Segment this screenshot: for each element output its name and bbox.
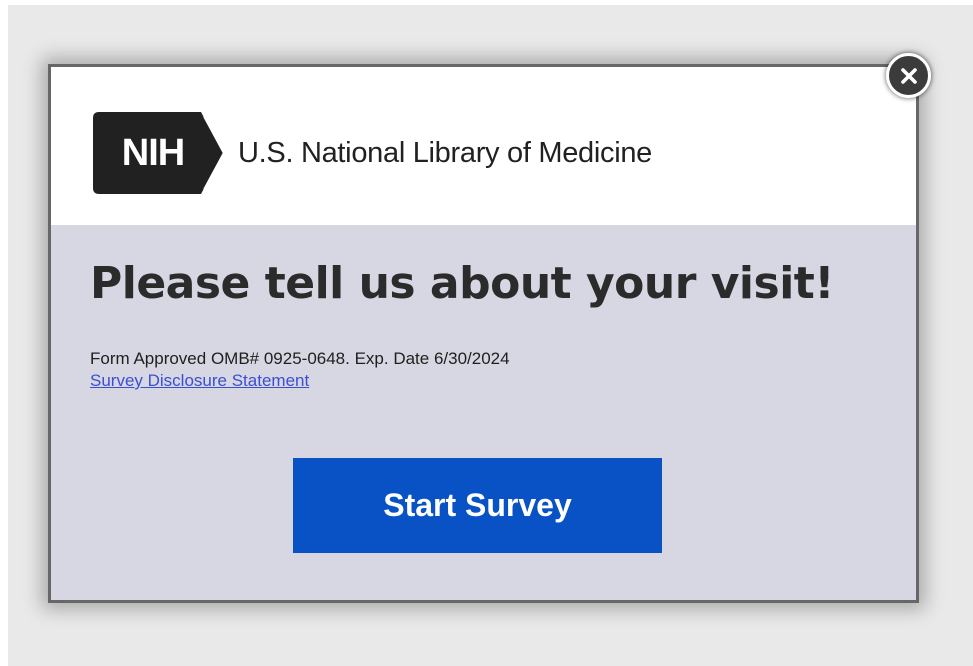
nlm-logo: NIH U.S. National Library of Medicine xyxy=(93,112,652,194)
org-name: U.S. National Library of Medicine xyxy=(238,136,653,169)
start-survey-button[interactable]: Start Survey xyxy=(293,458,662,553)
close-button[interactable] xyxy=(886,53,931,98)
survey-disclosure-link[interactable]: Survey Disclosure Statement xyxy=(90,371,309,391)
close-icon xyxy=(900,67,917,84)
nih-logo-text: NIH xyxy=(121,132,185,174)
modal-body: Please tell us about your visit! Form Ap… xyxy=(51,225,916,600)
modal-header: NIH U.S. National Library of Medicine xyxy=(51,67,916,225)
omb-notice: Form Approved OMB# 0925-0648. Exp. Date … xyxy=(90,349,510,368)
nih-logo-mark: NIH xyxy=(93,112,229,194)
survey-headline: Please tell us about your visit! xyxy=(90,258,834,309)
survey-modal: NIH U.S. National Library of Medicine Pl… xyxy=(48,64,919,603)
